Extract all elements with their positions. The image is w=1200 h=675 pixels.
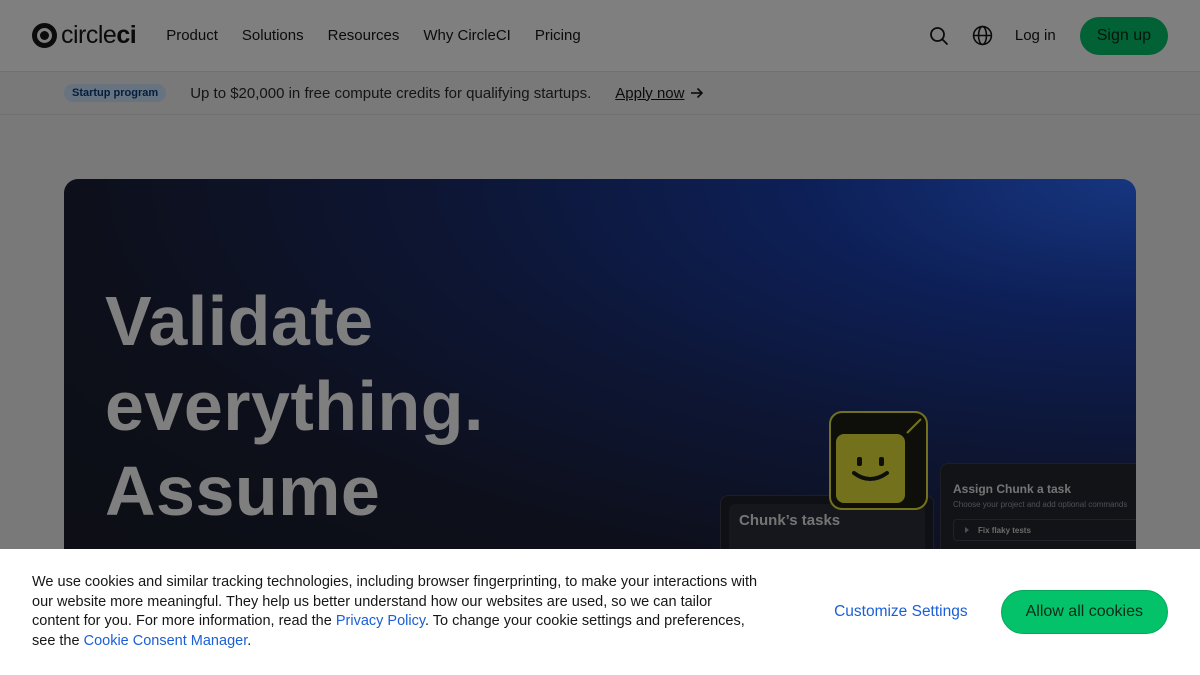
allow-all-cookies-button[interactable]: Allow all cookies [1000,590,1168,634]
cookie-text-part-3: . [247,632,252,649]
cookie-consent-bar: We use cookies and similar tracking tech… [0,549,1200,675]
cookie-consent-manager-link[interactable]: Cookie Consent Manager [84,633,248,649]
customize-settings-button[interactable]: Customize Settings [834,603,968,621]
privacy-policy-link[interactable]: Privacy Policy [336,613,425,629]
cookie-message: We use cookies and similar tracking tech… [32,573,762,651]
